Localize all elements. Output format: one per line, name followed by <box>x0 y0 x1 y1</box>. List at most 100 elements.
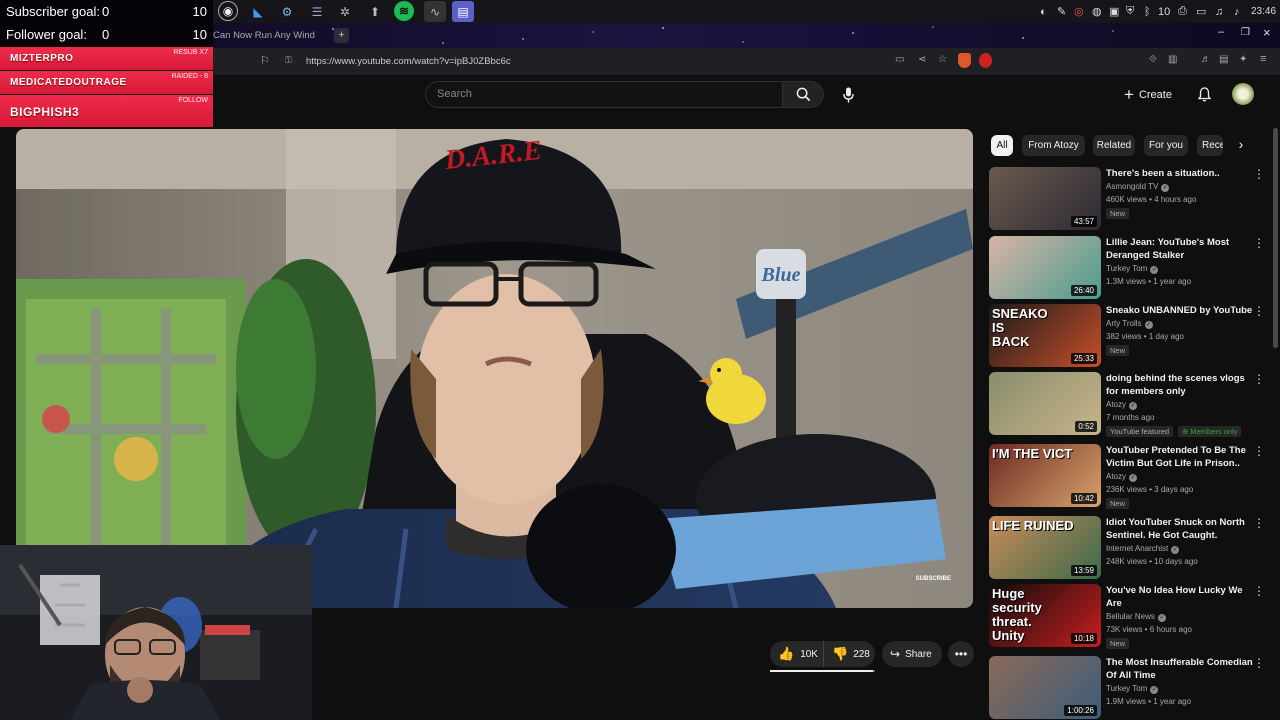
channel-name-row[interactable]: Arty Trolls ✓ <box>1106 319 1153 329</box>
monitor-app-icon[interactable]: ∿ <box>424 1 446 22</box>
media-icon[interactable]: ♬ <box>1201 54 1211 65</box>
url-field[interactable]: https://www.youtube.com/watch?v=ipBJ0ZBb… <box>306 56 511 67</box>
like-button[interactable]: 👍 10K <box>770 641 824 667</box>
security-tray-icon[interactable]: ⛨ <box>1126 3 1134 20</box>
close-icon[interactable]: × <box>1263 25 1271 40</box>
printer-tray-icon[interactable]: ⎙ <box>1178 3 1187 20</box>
browser-tab-title[interactable]: Can Now Run Any Wind <box>213 26 325 45</box>
video-title[interactable]: YouTuber Pretended To Be The Victim But … <box>1106 444 1258 470</box>
vscode-app-icon[interactable]: ◣ <box>247 1 269 22</box>
recommendation-item[interactable]: SNEAKO IS BACK 25:33 Sneako UNBANNED by YouT… <box>988 304 1273 368</box>
more-vertical-icon[interactable]: ⋮ <box>1253 516 1265 530</box>
video-thumbnail[interactable]: 43:57 <box>989 167 1101 230</box>
voice-search-button[interactable] <box>838 84 858 105</box>
video-title[interactable]: You've No Idea How Lucky We Are <box>1106 584 1258 610</box>
search-input[interactable]: Search <box>425 81 783 108</box>
recommendation-item[interactable]: LIFE RUINED 13:59 Idiot YouTuber Snuck on … <box>988 516 1273 580</box>
video-thumbnail[interactable]: SNEAKO IS BACK 25:33 <box>989 304 1101 367</box>
more-vertical-icon[interactable]: ⋮ <box>1253 656 1265 670</box>
steam-tray-icon[interactable]: ◍ <box>1092 3 1102 20</box>
recommendation-item[interactable]: I'M THE VICT 10:42 YouTuber Pretended To B… <box>988 444 1273 509</box>
shield-tray-icon[interactable]: ▣ <box>1109 3 1119 20</box>
video-player[interactable]: D.A.R.E Blue SUBSCRIBE <box>16 129 973 608</box>
recommendation-item[interactable]: 1:00:26 The Most Insufferable Comedian Of… <box>988 656 1273 720</box>
chevron-right-icon[interactable]: › <box>1233 136 1249 156</box>
video-thumbnail[interactable]: I'M THE VICT 10:42 <box>989 444 1101 507</box>
dislike-button[interactable]: 👎 228 <box>825 641 875 667</box>
extensions-icon[interactable]: ⟐ <box>1149 54 1157 65</box>
display-tray-icon[interactable]: ▭ <box>1196 3 1206 20</box>
search-button[interactable] <box>782 81 824 108</box>
share-label: Share <box>905 648 932 660</box>
more-vertical-icon[interactable]: ⋮ <box>1253 236 1265 250</box>
chip-from-atozy[interactable]: From Atozy <box>1022 135 1085 156</box>
share-page-icon[interactable]: ⋖ <box>918 54 926 65</box>
new-tab-icon[interactable]: + <box>334 28 349 43</box>
more-vertical-icon[interactable]: ⋮ <box>1253 372 1265 386</box>
channel-name-row[interactable]: Turkey Tom ✓ <box>1106 684 1159 694</box>
discord-tray-icon[interactable]: ◐ <box>1040 3 1047 20</box>
more-vertical-icon[interactable]: ⋮ <box>1253 584 1265 598</box>
video-title[interactable]: The Most Insufferable Comedian Of All Ti… <box>1106 656 1258 682</box>
leo-icon[interactable]: ✦ <box>1239 54 1247 65</box>
obs-app-icon[interactable]: ◉ <box>218 1 238 21</box>
video-title[interactable]: There's been a situation.. <box>1106 167 1258 180</box>
steam-app-icon[interactable]: ⚙ <box>276 1 298 22</box>
more-vertical-icon[interactable]: ⋮ <box>1253 304 1265 318</box>
pen-tray-icon[interactable]: ✎ <box>1057 3 1066 20</box>
bookmark-icon[interactable]: ⚐ <box>260 54 270 67</box>
video-thumbnail[interactable]: 0:52 <box>989 372 1101 435</box>
more-actions-button[interactable]: ••• <box>948 641 974 667</box>
video-title[interactable]: Sneako UNBANNED by YouTube <box>1106 304 1258 317</box>
channel-name-row[interactable]: Bellular News ✓ <box>1106 612 1166 622</box>
brave-rewards-icon[interactable] <box>979 53 992 68</box>
recommendation-item[interactable]: 0:52 doing behind the scenes vlogs for me… <box>988 372 1273 437</box>
video-thumbnail[interactable]: 26:40 <box>989 236 1101 299</box>
chip-all[interactable]: All <box>991 135 1013 156</box>
spotify-app-icon[interactable]: ≋ <box>394 1 414 21</box>
thumbnail-text: SNEAKO IS BACK <box>992 307 1048 349</box>
chip-related[interactable]: Related <box>1093 135 1135 156</box>
chip-for-you[interactable]: For you <box>1144 135 1188 156</box>
video-thumbnail[interactable]: 1:00:26 <box>989 656 1101 719</box>
menu-icon[interactable]: ≡ <box>1260 53 1266 65</box>
cast-icon[interactable]: ▭ <box>895 54 904 65</box>
chip-recent[interactable]: Rece <box>1197 135 1223 156</box>
git-app-icon[interactable]: ⬆ <box>364 1 386 22</box>
create-button[interactable]: + Create <box>1124 84 1172 105</box>
share-button[interactable]: ↪ Share <box>882 641 942 667</box>
recommendation-item[interactable]: Huge security threat. Unity 10:18 You've No I… <box>988 584 1273 649</box>
notifications-button[interactable] <box>1194 84 1214 105</box>
video-thumbnail[interactable]: LIFE RUINED 13:59 <box>989 516 1101 579</box>
channel-name-row[interactable]: Atozy ✓ <box>1106 400 1138 410</box>
video-title[interactable]: doing behind the scenes vlogs for member… <box>1106 372 1258 398</box>
channel-name-row[interactable]: Atozy ✓ <box>1106 472 1138 482</box>
recommendation-item[interactable]: 43:57 There's been a situation.. Asmongold… <box>988 167 1273 231</box>
avatar[interactable] <box>1232 83 1254 105</box>
music-tray-icon[interactable]: ♪ <box>1234 3 1240 20</box>
brave-shield-icon[interactable] <box>958 53 971 68</box>
minimize-icon[interactable]: – <box>1218 26 1224 38</box>
restore-icon[interactable]: ❐ <box>1241 27 1250 38</box>
teams-app-icon[interactable]: ▤ <box>452 1 474 22</box>
channel-name-row[interactable]: Turkey Tom ✓ <box>1106 264 1159 274</box>
more-vertical-icon[interactable]: ⋮ <box>1253 444 1265 458</box>
more-vertical-icon[interactable]: ⋮ <box>1253 167 1265 181</box>
record-tray-icon[interactable]: ◎ <box>1074 3 1084 20</box>
video-title[interactable]: Idiot YouTuber Snuck on North Sentinel. … <box>1106 516 1258 542</box>
speaker-tray-icon[interactable]: ♫ <box>1215 3 1223 20</box>
settings-app-icon[interactable]: ✲ <box>334 1 356 22</box>
channel-name-row[interactable]: Asmongold TV ✓ <box>1106 182 1170 192</box>
channel-name-row[interactable]: Internet Anarchist ✓ <box>1106 544 1180 554</box>
video-title[interactable]: Lillie Jean: YouTube's Most Deranged Sta… <box>1106 236 1258 262</box>
sidebar-app-icon[interactable]: ☰ <box>306 1 328 22</box>
video-thumbnail[interactable]: Huge security threat. Unity 10:18 <box>989 584 1101 647</box>
recommendation-item[interactable]: 26:40 Lillie Jean: YouTube's Most Derange… <box>988 236 1273 300</box>
wallet-icon[interactable]: ▤ <box>1219 54 1228 65</box>
video-meta: 1.3M views • 1 year ago <box>1106 277 1192 286</box>
site-settings-icon[interactable]: ⚿ <box>285 55 292 66</box>
bluetooth-tray-icon[interactable]: ᛒ <box>1144 3 1151 20</box>
scrollbar-thumb[interactable] <box>1273 128 1278 348</box>
bookmark-star-icon[interactable]: ☆ <box>938 54 947 65</box>
sidebar-toggle-icon[interactable]: ▥ <box>1168 54 1177 65</box>
